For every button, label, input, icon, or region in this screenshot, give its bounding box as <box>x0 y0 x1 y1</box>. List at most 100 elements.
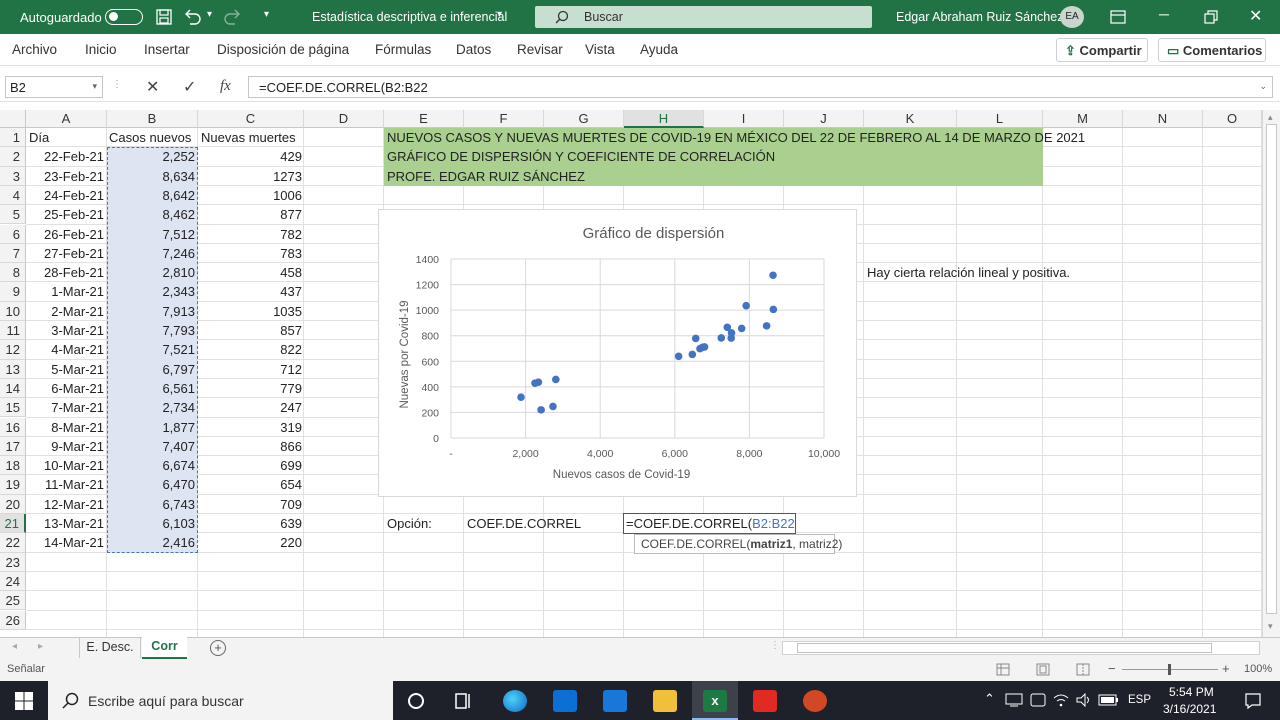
clock-time[interactable]: 5:54 PM <box>1169 685 1214 699</box>
option-label[interactable]: Opción: <box>387 514 432 533</box>
cell-cases[interactable]: 2,252 <box>107 147 195 166</box>
cell-date[interactable]: 3-Mar-21 <box>26 321 104 340</box>
task-view-icon[interactable] <box>453 691 473 711</box>
tab-ayuda[interactable]: Ayuda <box>640 42 678 57</box>
row-header[interactable]: 26 <box>0 610 26 630</box>
column-header-a[interactable]: A <box>26 110 107 128</box>
comments-button[interactable]: ▭ Comentarios <box>1158 38 1266 62</box>
column-header-f[interactable]: F <box>464 110 544 128</box>
clock-date[interactable]: 3/16/2021 <box>1163 702 1216 716</box>
cell-date[interactable]: 8-Mar-21 <box>26 418 104 437</box>
column-header-o[interactable]: O <box>1203 110 1262 128</box>
cell-date[interactable]: 12-Mar-21 <box>26 495 104 514</box>
zoom-out-icon[interactable]: − <box>1108 661 1116 676</box>
cell-date[interactable]: 10-Mar-21 <box>26 456 104 475</box>
row-header[interactable]: 24 <box>0 571 26 592</box>
tab-vista[interactable]: Vista <box>585 42 615 57</box>
cell-deaths[interactable]: 866 <box>198 437 302 456</box>
save-icon[interactable] <box>156 9 172 25</box>
cell-date[interactable]: 26-Feb-21 <box>26 225 104 244</box>
banner-line[interactable]: GRÁFICO DE DISPERSIÓN Y COEFICIENTE DE C… <box>387 147 775 166</box>
wifi-icon[interactable] <box>1053 693 1069 707</box>
name-box-dropdown-icon[interactable]: ▾ <box>92 81 97 92</box>
cell-date[interactable]: 28-Feb-21 <box>26 263 104 282</box>
normal-view-icon[interactable] <box>996 663 1010 676</box>
scroll-down-icon[interactable]: ▾ <box>1268 621 1273 632</box>
prev-sheet-icon[interactable]: ◂ <box>12 641 17 652</box>
title-chevron-icon[interactable]: ▾ <box>497 9 502 20</box>
column-header-l[interactable]: L <box>957 110 1043 128</box>
cell-date[interactable]: 4-Mar-21 <box>26 340 104 359</box>
cell-cases[interactable]: 7,521 <box>107 340 195 359</box>
tab-archivo[interactable]: Archivo <box>12 42 57 57</box>
row-header[interactable]: 12 <box>0 340 26 360</box>
row-header[interactable]: 1 <box>0 128 26 148</box>
undo-icon[interactable] <box>183 8 203 26</box>
vscroll-thumb[interactable] <box>1266 124 1277 614</box>
header-dia[interactable]: Día <box>29 128 49 147</box>
battery-icon[interactable] <box>1098 693 1120 707</box>
row-header[interactable]: 11 <box>0 321 26 341</box>
row-header[interactable]: 21 <box>0 514 26 534</box>
cell-cases[interactable]: 7,512 <box>107 225 195 244</box>
cell-date[interactable]: 13-Mar-21 <box>26 514 104 533</box>
row-header[interactable]: 3 <box>0 166 26 186</box>
tab-revisar[interactable]: Revisar <box>517 42 563 57</box>
user-name[interactable]: Edgar Abraham Ruiz Sánchez <box>896 10 1063 24</box>
cell-cases[interactable]: 8,642 <box>107 186 195 205</box>
cell-deaths[interactable]: 783 <box>198 244 302 263</box>
active-cell-h21[interactable]: =COEF.DE.CORREL(B2:B22 <box>623 513 796 535</box>
column-header-n[interactable]: N <box>1123 110 1203 128</box>
cell-deaths[interactable]: 1006 <box>198 186 302 205</box>
cell-date[interactable]: 6-Mar-21 <box>26 379 104 398</box>
column-header-b[interactable]: B <box>107 110 198 128</box>
network-icon[interactable] <box>1005 693 1023 707</box>
mail-icon[interactable] <box>603 690 627 712</box>
row-header[interactable]: 18 <box>0 456 26 476</box>
column-header-g[interactable]: G <box>544 110 624 128</box>
store-icon[interactable] <box>553 690 577 712</box>
windows-start-icon[interactable] <box>14 691 34 711</box>
cell-deaths[interactable]: 782 <box>198 225 302 244</box>
select-all-corner[interactable] <box>0 110 26 128</box>
cell-deaths[interactable]: 822 <box>198 340 302 359</box>
header-muertes[interactable]: Nuevas muertes <box>201 128 296 147</box>
cell-cases[interactable]: 2,810 <box>107 263 195 282</box>
cell-cases[interactable]: 8,462 <box>107 205 195 224</box>
row-header[interactable]: 25 <box>0 591 26 611</box>
scrollbar-thumb[interactable] <box>797 643 1212 653</box>
cell-date[interactable]: 9-Mar-21 <box>26 437 104 456</box>
column-header-c[interactable]: C <box>198 110 304 128</box>
cell-deaths[interactable]: 639 <box>198 514 302 533</box>
acrobat-icon[interactable] <box>753 690 777 712</box>
cell-date[interactable]: 23-Feb-21 <box>26 167 104 186</box>
language-indicator[interactable]: ESP <box>1128 694 1151 706</box>
cell-cases[interactable]: 2,734 <box>107 398 195 417</box>
cell-date[interactable]: 27-Feb-21 <box>26 244 104 263</box>
volume-icon[interactable] <box>1076 693 1092 707</box>
cell-deaths[interactable]: 699 <box>198 456 302 475</box>
tab-disposicion[interactable]: Disposición de página <box>217 42 349 57</box>
next-sheet-icon[interactable]: ▸ <box>38 641 43 652</box>
row-header[interactable]: 22 <box>0 533 26 553</box>
meet-now-icon[interactable] <box>1030 693 1046 707</box>
cell-cases[interactable]: 6,674 <box>107 456 195 475</box>
zoom-level[interactable]: 100% <box>1244 663 1272 675</box>
tab-formulas[interactable]: Fórmulas <box>375 42 431 57</box>
banner-line[interactable]: NUEVOS CASOS Y NUEVAS MUERTES DE COVID-1… <box>387 128 1085 147</box>
cell-deaths[interactable]: 654 <box>198 475 302 494</box>
row-header[interactable]: 17 <box>0 436 26 457</box>
cell-date[interactable]: 11-Mar-21 <box>26 475 104 494</box>
column-header-i[interactable]: I <box>704 110 784 128</box>
row-header[interactable]: 7 <box>0 243 26 264</box>
cell-deaths[interactable]: 877 <box>198 205 302 224</box>
tab-insertar[interactable]: Insertar <box>144 42 190 57</box>
page-layout-icon[interactable] <box>1036 663 1050 676</box>
add-sheet-icon[interactable]: + <box>210 640 226 656</box>
row-header[interactable]: 20 <box>0 494 26 514</box>
cell-deaths[interactable]: 857 <box>198 321 302 340</box>
file-explorer-icon[interactable] <box>653 690 677 712</box>
page-break-icon[interactable] <box>1076 663 1090 676</box>
note-cell[interactable]: Hay cierta relación lineal y positiva. <box>867 263 1070 282</box>
banner-line[interactable]: PROFE. EDGAR RUIZ SÁNCHEZ <box>387 167 585 186</box>
